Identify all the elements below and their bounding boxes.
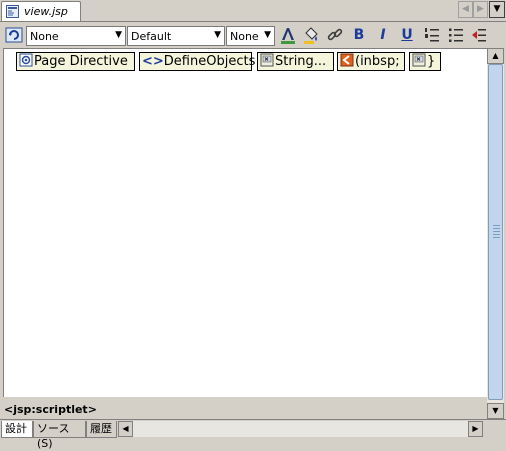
- tab-scroll-right-button[interactable]: ▶: [473, 1, 488, 18]
- bullet-list-icon[interactable]: [446, 25, 466, 45]
- link-icon[interactable]: [325, 25, 345, 45]
- refresh-preview-icon[interactable]: [4, 25, 24, 45]
- tab-history[interactable]: 履歴: [86, 421, 117, 438]
- element-path-bar: <jsp:scriptlet>: [0, 401, 487, 418]
- scriptlet-icon: [260, 53, 274, 67]
- chevron-down-icon: ▼: [115, 30, 122, 40]
- scriptlet-icon: [412, 53, 426, 67]
- page-directive-icon: [19, 53, 33, 67]
- tab-source[interactable]: ソース(S): [33, 421, 86, 450]
- entity-icon: [340, 53, 354, 67]
- jsp-tag-label: DefineObjects: [163, 54, 256, 69]
- design-canvas[interactable]: Page Directive <>DefineObjects String...…: [3, 48, 487, 397]
- tab-view-jsp[interactable]: view.jsp: [1, 1, 81, 21]
- view-mode-bar: 設計 ソース(S) 履歴 ◀ ▶: [0, 419, 506, 450]
- jsp-tag-scriptlet-string[interactable]: String...: [257, 52, 334, 71]
- tab-design[interactable]: 設計: [1, 421, 33, 438]
- jsp-tag-label: (inbsp;: [355, 54, 400, 69]
- numbered-list-icon[interactable]: [422, 25, 442, 45]
- scroll-down-button[interactable]: ▼: [487, 403, 504, 419]
- italic-button[interactable]: I: [373, 25, 393, 45]
- tab-list-menu-button[interactable]: ▼: [489, 1, 505, 18]
- tab-title: view.jsp: [24, 5, 68, 18]
- vertical-scrollbar[interactable]: ▲ ▼: [487, 48, 504, 420]
- background-fill-icon[interactable]: [301, 25, 321, 45]
- jsp-tag-nbsp-entity[interactable]: (inbsp;: [337, 52, 405, 71]
- code-brackets-icon: <>: [142, 54, 164, 69]
- jsp-tag-page-directive[interactable]: Page Directive: [16, 52, 135, 71]
- tab-scroll-left-button[interactable]: ◀: [458, 1, 473, 18]
- element-path-label[interactable]: <jsp:scriptlet>: [4, 403, 97, 416]
- outdent-icon[interactable]: [470, 25, 487, 45]
- jsp-tag-label: String...: [275, 54, 327, 69]
- font-family-select[interactable]: Default ▼: [127, 26, 225, 46]
- vertical-scroll-thumb[interactable]: [488, 64, 503, 400]
- underline-button[interactable]: U: [397, 25, 417, 45]
- jsp-tag-label: Page Directive: [34, 54, 128, 69]
- scroll-up-button[interactable]: ▲: [487, 48, 504, 64]
- grip-icon: [493, 225, 500, 239]
- chevron-down-icon: ▼: [264, 30, 271, 40]
- scroll-right-button[interactable]: ▶: [468, 421, 483, 437]
- jsp-tag-define-objects[interactable]: <>DefineObjects: [139, 52, 255, 71]
- paragraph-format-select[interactable]: None ▼: [26, 26, 126, 46]
- text-color-icon[interactable]: [278, 25, 298, 45]
- editor-tab-strip: view.jsp ◀ ▶ ▼: [0, 0, 506, 22]
- formatting-toolbar: None ▼ Default ▼ None ▼ B I U: [0, 22, 506, 50]
- horizontal-scroll-track[interactable]: [133, 421, 468, 437]
- bold-button[interactable]: B: [349, 25, 369, 45]
- jsp-tag-label: }: [427, 54, 436, 69]
- font-size-select[interactable]: None ▼: [226, 26, 275, 46]
- jsp-tag-scriptlet-close[interactable]: }: [409, 52, 441, 71]
- scroll-left-button[interactable]: ◀: [118, 421, 133, 437]
- jsp-file-icon: [6, 5, 19, 18]
- chevron-down-icon: ▼: [214, 30, 221, 40]
